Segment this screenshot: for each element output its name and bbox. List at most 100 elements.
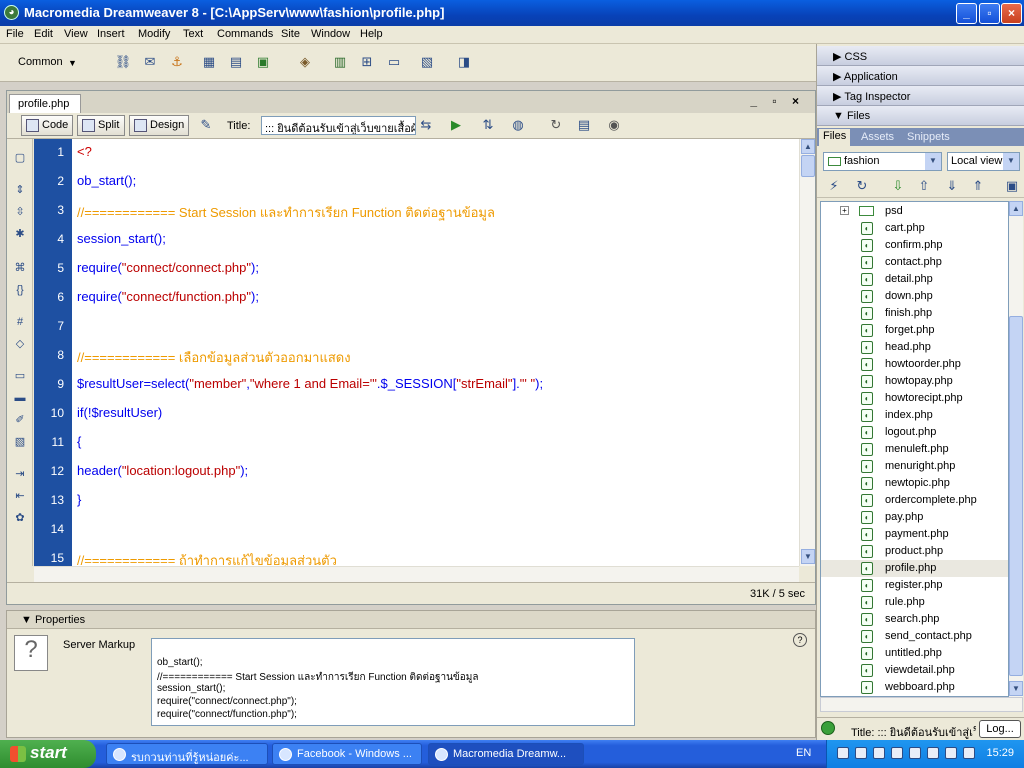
collapse-tag-icon[interactable]: ⇕ <box>11 181 29 199</box>
code-line[interactable]: } <box>77 492 81 507</box>
folder-item-psd[interactable]: + psd <box>821 203 1008 220</box>
code-line[interactable]: require("connect/function.php"); <box>77 289 259 304</box>
volume-icon[interactable] <box>963 747 975 759</box>
file-item[interactable]: ◐ viewdetail.php <box>821 662 1008 679</box>
tab-assets[interactable]: Assets <box>857 130 898 144</box>
comment-icon[interactable]: ▭ <box>385 53 403 71</box>
language-indicator[interactable]: EN <box>796 747 811 759</box>
file-item[interactable]: ◐ confirm.php <box>821 237 1008 254</box>
media-icon[interactable] <box>927 747 939 759</box>
antivirus-icon[interactable] <box>891 747 903 759</box>
code-line[interactable]: session_start(); <box>77 231 166 246</box>
page-title-input[interactable]: ::: ยินดีต้อนรับเข้าสู่เว็บขายเสื้อผ้ <box>261 116 416 135</box>
code-line[interactable]: //============ Start Session และทำการเรี… <box>77 202 495 223</box>
file-item[interactable]: ◐ register.php <box>821 577 1008 594</box>
apply-comment-icon[interactable]: ▭ <box>11 367 29 385</box>
insert-category[interactable]: Common <box>18 56 63 68</box>
file-item[interactable]: ◐ pay.php <box>821 509 1008 526</box>
file-item[interactable]: ◐ menuleft.php <box>821 441 1008 458</box>
file-item[interactable]: ◐ cart.php <box>821 220 1008 237</box>
tab-files[interactable]: Files <box>819 129 851 146</box>
split-view-button[interactable]: Split <box>77 115 125 136</box>
expand-panel-icon[interactable]: ▣ <box>1003 177 1021 195</box>
named-anchor-icon[interactable]: ⚓ <box>168 53 186 71</box>
menu-commands[interactable]: Commands <box>217 28 273 40</box>
get-files-icon[interactable]: ⇩ <box>889 177 907 195</box>
open-documents-icon[interactable]: ▢ <box>11 149 29 167</box>
file-item[interactable]: ◐ forget.php <box>821 322 1008 339</box>
code-line[interactable]: $resultUser=select("member","where 1 and… <box>77 376 543 391</box>
file-item[interactable]: ◐ ordercomplete.php <box>821 492 1008 509</box>
file-item[interactable]: ◐ menuright.php <box>821 458 1008 475</box>
refresh-icon[interactable]: ↻ <box>853 177 871 195</box>
code-view-button[interactable]: Code <box>21 115 73 136</box>
start-button[interactable]: start <box>0 740 96 768</box>
scroll-down-icon[interactable]: ▼ <box>801 549 815 564</box>
select-parent-tag-icon[interactable]: ⌘ <box>11 259 29 277</box>
code-line[interactable]: <? <box>77 144 92 159</box>
log-button[interactable]: Log... <box>979 720 1021 738</box>
menu-window[interactable]: Window <box>311 28 350 40</box>
menu-view[interactable]: View <box>64 28 88 40</box>
scroll-thumb[interactable] <box>1009 316 1023 676</box>
file-item[interactable]: ◐ profile.php <box>821 560 1008 577</box>
close-button[interactable]: × <box>1001 3 1022 24</box>
file-tree[interactable]: + psd ◐ cart.php ◐ confirm.php ◐ contact.php ◐ de… <box>820 201 1009 697</box>
code-line[interactable]: //============ ถ้าทำการแก้ไขข้อมูลส่วนตั… <box>77 550 337 566</box>
help-icon[interactable]: ? <box>793 633 807 647</box>
menu-modify[interactable]: Modify <box>138 28 170 40</box>
preview-in-browser-icon[interactable]: ◍ <box>509 116 527 134</box>
put-files-icon[interactable]: ⇧ <box>915 177 933 195</box>
title-bar[interactable]: ◕ Macromedia Dreamweaver 8 - [C:\AppServ… <box>0 0 1024 26</box>
media-icon[interactable]: ◈ <box>296 53 314 71</box>
file-item[interactable]: ◐ head.php <box>821 339 1008 356</box>
view-options-icon[interactable]: ▤ <box>575 116 593 134</box>
layer-icon[interactable]: ▤ <box>227 53 245 71</box>
file-item[interactable]: ◐ product.php <box>821 543 1008 560</box>
code-vertical-scrollbar[interactable]: ▲ ▼ <box>799 139 815 566</box>
check-in-icon[interactable]: ⇑ <box>969 177 987 195</box>
file-item[interactable]: ◐ untitled.php <box>821 645 1008 662</box>
expand-icon[interactable]: + <box>840 206 849 215</box>
file-tree-scrollbar[interactable]: ▲ ▼ <box>1009 201 1023 697</box>
taskbar-item-facebook[interactable]: Facebook - Windows ... <box>272 743 422 765</box>
document-tab[interactable]: profile.php <box>9 94 81 113</box>
file-management-icon[interactable]: ⇅ <box>479 116 497 134</box>
application-panel-header[interactable]: ▶ Application <box>817 66 1024 86</box>
taskbar-item-dreamweaver[interactable]: Macromedia Dreamw... <box>428 743 584 765</box>
file-item[interactable]: ◐ howtorecipt.php <box>821 390 1008 407</box>
code-line[interactable]: if(!$resultUser) <box>77 405 162 420</box>
scroll-down-icon[interactable]: ▼ <box>1009 681 1023 696</box>
file-tree-horizontal-scrollbar[interactable] <box>820 697 1023 712</box>
menu-edit[interactable]: Edit <box>34 28 53 40</box>
format-source-icon[interactable]: ✿ <box>11 509 29 527</box>
network-icon[interactable] <box>837 747 849 759</box>
file-item[interactable]: ◐ webboard.php <box>821 679 1008 696</box>
file-item[interactable]: ◐ logout.php <box>821 424 1008 441</box>
outdent-icon[interactable]: ⇤ <box>11 487 29 505</box>
templates-icon[interactable]: ▧ <box>418 53 436 71</box>
tag-inspector-panel-header[interactable]: ▶ Tag Inspector <box>817 86 1024 106</box>
view-select[interactable]: Local view ▼ <box>947 152 1020 171</box>
keyboard-icon[interactable] <box>945 747 957 759</box>
balance-braces-icon[interactable]: {} <box>11 281 29 299</box>
file-item[interactable]: ◐ newtopic.php <box>821 475 1008 492</box>
file-item[interactable]: ◐ payment.php <box>821 526 1008 543</box>
chevron-down-icon[interactable]: ▼ <box>925 153 941 170</box>
files-panel-header[interactable]: ▼ Files <box>817 106 1024 126</box>
minimize-button[interactable]: _ <box>956 3 977 24</box>
maximize-button[interactable]: ▫ <box>979 3 1000 24</box>
code-line[interactable]: require("connect/connect.php"); <box>77 260 259 275</box>
wrap-tag-icon[interactable]: ✐ <box>11 411 29 429</box>
connect-icon[interactable]: ⚡ <box>825 177 843 195</box>
menu-text[interactable]: Text <box>183 28 203 40</box>
tab-snippets[interactable]: Snippets <box>903 130 954 144</box>
image-icon[interactable]: ▣ <box>254 53 272 71</box>
chevron-down-icon[interactable]: ▼ <box>68 58 77 68</box>
document-window-controls[interactable]: _ ▫ × <box>750 94 805 108</box>
code-line[interactable]: { <box>77 434 81 449</box>
chevron-down-icon[interactable]: ▼ <box>1003 153 1019 170</box>
menu-help[interactable]: Help <box>360 28 383 40</box>
update-icon[interactable] <box>909 747 921 759</box>
indent-icon[interactable]: ⇥ <box>11 465 29 483</box>
